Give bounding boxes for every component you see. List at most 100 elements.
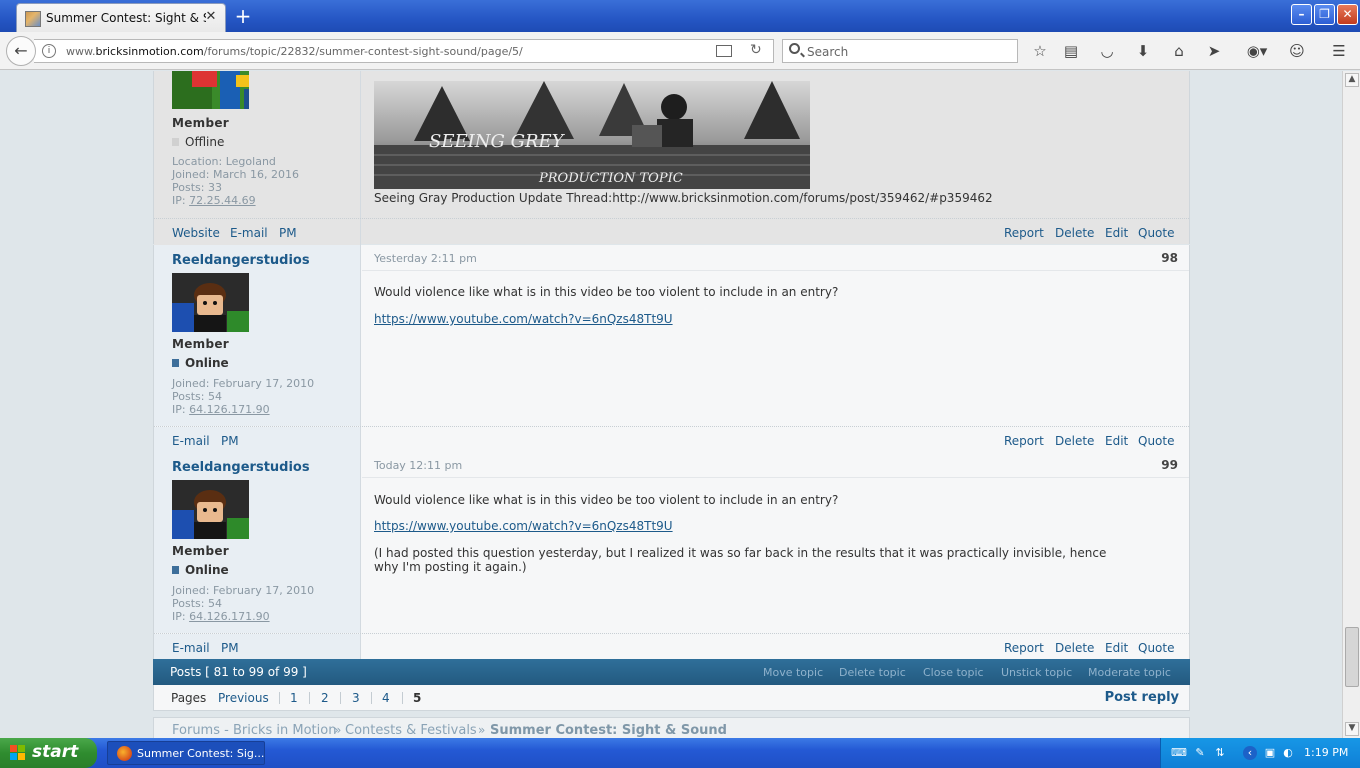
reader-view-icon[interactable]	[716, 45, 732, 57]
youtube-link[interactable]: https://www.youtube.com/watch?v=6nQzs48T…	[374, 312, 673, 326]
delete-link[interactable]: Delete	[1055, 434, 1094, 448]
post-date[interactable]: Today 12:11 pm	[374, 459, 462, 472]
page-link-3[interactable]: 3	[352, 691, 360, 705]
avatar[interactable]	[172, 71, 249, 109]
breadcrumb-forums[interactable]: Forums - Bricks in Motion	[172, 723, 336, 738]
moderate-topic-link[interactable]: Moderate topic	[1088, 666, 1171, 679]
email-link[interactable]: E-mail	[172, 434, 210, 448]
site-favicon-icon	[25, 11, 41, 27]
user-status: Offline	[172, 135, 224, 149]
online-indicator-icon	[172, 566, 179, 574]
back-button[interactable]: ←	[6, 36, 36, 66]
windows-logo-icon	[10, 745, 25, 760]
edit-link[interactable]: Edit	[1105, 434, 1128, 448]
close-topic-link[interactable]: Close topic	[923, 666, 984, 679]
move-topic-link[interactable]: Move topic	[763, 666, 823, 679]
topic-moderation-bar: Posts [ 81 to 99 of 99 ] Move topic Dele…	[153, 659, 1190, 685]
page-link-1[interactable]: 1	[290, 691, 298, 705]
send-icon[interactable]: ➤	[1204, 41, 1224, 61]
display-icon[interactable]: ▣	[1263, 746, 1277, 760]
user-rank: Member	[172, 116, 230, 130]
home-icon[interactable]: ⌂	[1169, 41, 1189, 61]
pm-link[interactable]: PM	[221, 641, 239, 655]
bookmarks-list-icon[interactable]: ▤	[1061, 41, 1081, 61]
user-status: Online	[172, 563, 229, 577]
quote-link[interactable]: Quote	[1138, 434, 1174, 448]
emoji-extension-icon[interactable]: ☺	[1287, 41, 1307, 61]
edit-link[interactable]: Edit	[1105, 226, 1128, 240]
report-link[interactable]: Report	[1004, 641, 1044, 655]
post-reply-link[interactable]: Post reply	[1105, 690, 1179, 705]
site-info-icon[interactable]: i	[42, 44, 56, 58]
page-link-4[interactable]: 4	[382, 691, 390, 705]
post-number[interactable]: 99	[1161, 458, 1178, 472]
signature-text: Seeing Gray Production Update Thread:htt…	[374, 191, 993, 205]
unstick-topic-link[interactable]: Unstick topic	[1001, 666, 1072, 679]
taskbar-clock[interactable]: 1:19 PM	[1304, 746, 1348, 759]
post-number[interactable]: 98	[1161, 251, 1178, 265]
pocket-icon[interactable]: ◡	[1097, 41, 1117, 61]
restore-window-button[interactable]: ❐	[1314, 4, 1335, 25]
ip-link[interactable]: 64.126.171.90	[189, 403, 269, 416]
close-tab-icon[interactable]: ✕	[203, 9, 219, 25]
scroll-up-icon[interactable]: ▲	[1345, 73, 1359, 87]
report-link[interactable]: Report	[1004, 226, 1044, 240]
minimize-window-button[interactable]: –	[1291, 4, 1312, 25]
delete-link[interactable]: Delete	[1055, 641, 1094, 655]
scroll-down-icon[interactable]: ▼	[1345, 722, 1359, 736]
new-tab-icon[interactable]: +	[232, 6, 254, 28]
browser-tab[interactable]: Summer Contest: Sight & Sou... ✕	[16, 3, 226, 32]
quote-link[interactable]: Quote	[1138, 641, 1174, 655]
url-text[interactable]: www.bricksinmotion.com/forums/topic/2283…	[66, 45, 523, 58]
pm-link[interactable]: PM	[221, 434, 239, 448]
network-icon[interactable]: ⇅	[1213, 746, 1227, 760]
menu-icon[interactable]: ☰	[1329, 41, 1349, 61]
edit-link[interactable]: Edit	[1105, 641, 1128, 655]
email-link[interactable]: E-mail	[172, 641, 210, 655]
report-link[interactable]: Report	[1004, 434, 1044, 448]
post-message: Would violence like what is in this vide…	[374, 285, 839, 299]
pen-icon[interactable]: ✎	[1193, 746, 1207, 760]
post-author-panel: Member Offline Location: Legoland Joined…	[154, 71, 361, 218]
post-username[interactable]: Reeldangerstudios	[172, 460, 310, 475]
online-indicator-icon	[172, 359, 179, 367]
taskbar-firefox-item[interactable]: Summer Contest: Sig...	[107, 741, 265, 765]
page-link-2[interactable]: 2	[321, 691, 329, 705]
post-date[interactable]: Yesterday 2:11 pm	[374, 252, 477, 265]
ip-link[interactable]: 72.25.44.69	[189, 194, 255, 207]
start-button[interactable]: start	[0, 738, 97, 768]
page-separator	[371, 692, 372, 704]
start-label: start	[32, 742, 79, 762]
user-posts: Posts: 54	[172, 390, 222, 403]
signature-banner: SEEING GREY PRODUCTION TOPIC	[374, 81, 810, 189]
ip-link[interactable]: 64.126.171.90	[189, 610, 269, 623]
page-separator	[309, 692, 310, 704]
bookmark-star-icon[interactable]: ☆	[1030, 41, 1050, 61]
speaker-icon[interactable]: ◐	[1281, 746, 1295, 760]
post-username[interactable]: Reeldangerstudios	[172, 253, 310, 268]
youtube-link[interactable]: https://www.youtube.com/watch?v=6nQzs48T…	[374, 519, 673, 533]
delete-link[interactable]: Delete	[1055, 226, 1094, 240]
close-window-button[interactable]: ✕	[1337, 4, 1358, 25]
show-hidden-icons-icon[interactable]: ‹	[1243, 746, 1257, 760]
user-joined: Joined: February 17, 2010	[172, 584, 315, 597]
page-scrollbar[interactable]: ▲ ▼	[1342, 71, 1360, 738]
user-ip: IP: 64.126.171.90	[172, 610, 270, 623]
pm-link[interactable]: PM	[279, 226, 297, 240]
avatar[interactable]	[172, 480, 249, 539]
keyboard-icon[interactable]: ⌨	[1171, 746, 1187, 760]
adblock-icon[interactable]: ◉▾	[1243, 41, 1271, 61]
quote-link[interactable]: Quote	[1138, 226, 1174, 240]
search-bar[interactable]: Search	[782, 39, 1018, 63]
avatar[interactable]	[172, 273, 249, 332]
delete-topic-link[interactable]: Delete topic	[839, 666, 906, 679]
page-separator	[279, 692, 280, 704]
website-link[interactable]: Website	[172, 226, 220, 240]
scrollbar-thumb[interactable]	[1345, 627, 1359, 687]
address-bar[interactable]: i www.bricksinmotion.com/forums/topic/22…	[34, 39, 774, 63]
reload-icon[interactable]: ↻	[750, 42, 762, 58]
breadcrumb-contests[interactable]: Contests & Festivals	[345, 723, 477, 738]
downloads-icon[interactable]: ⬇	[1133, 41, 1153, 61]
email-link[interactable]: E-mail	[230, 226, 268, 240]
previous-page-link[interactable]: Previous	[218, 691, 269, 705]
